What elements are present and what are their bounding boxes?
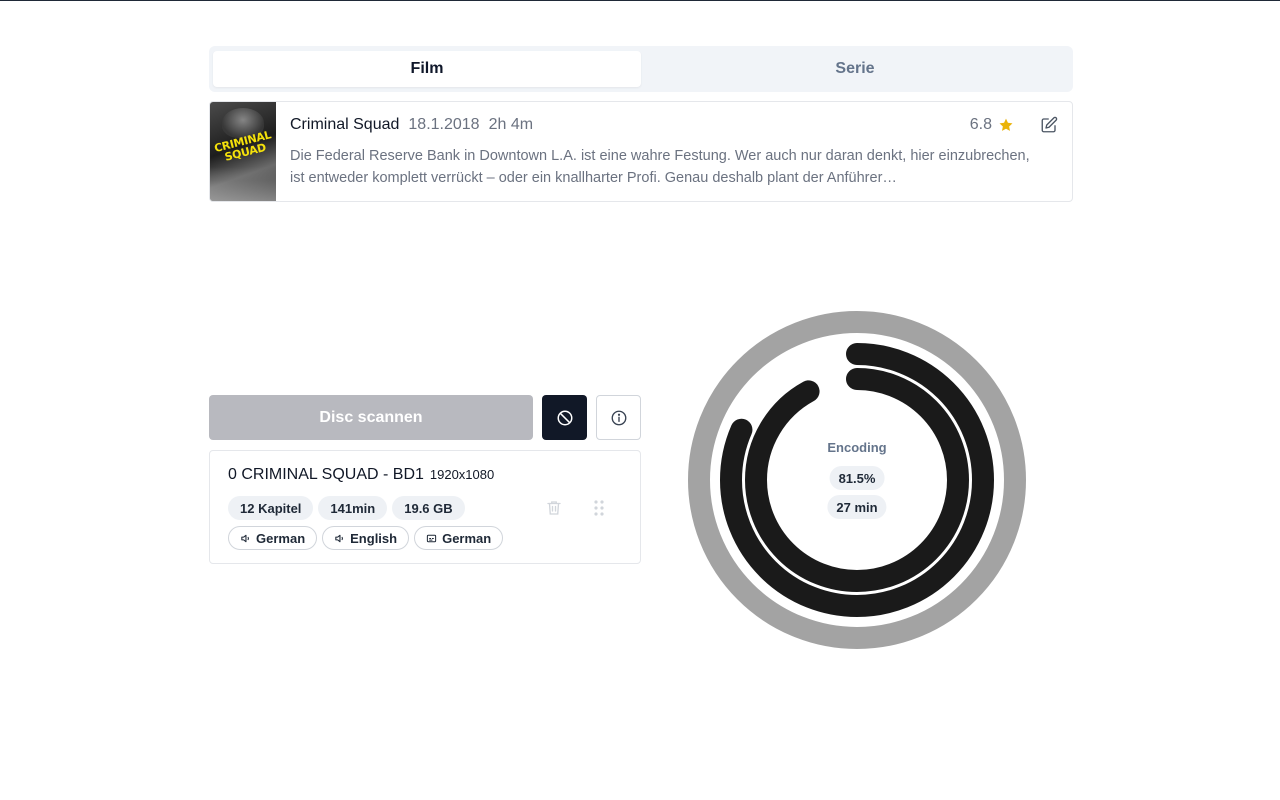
audio-track-label: English	[350, 530, 398, 546]
movie-runtime: 2h 4m	[488, 116, 534, 133]
ban-icon	[557, 410, 572, 425]
movie-rating: 6.8	[969, 116, 992, 133]
disc-title-name: 0 CRIMINAL SQUAD - BD1	[228, 466, 424, 483]
movie-card: CRIMINAL SQUAD Criminal Squad 18.1.2018 …	[209, 101, 1073, 202]
audio-track-chip[interactable]: German	[228, 526, 318, 550]
info-icon	[611, 410, 626, 425]
disc-title-tracks: German English German	[228, 526, 504, 550]
audio-track-chip[interactable]: English	[322, 526, 410, 550]
size-badge: 19.6 GB	[392, 496, 465, 520]
info-button[interactable]	[596, 395, 641, 440]
disc-scan-button[interactable]: Disc scannen	[209, 395, 533, 440]
trash-icon[interactable]	[545, 499, 563, 517]
media-type-tabs: Film Serie	[209, 46, 1073, 92]
movie-release-date: 18.1.2018	[408, 116, 480, 133]
movie-description: Die Federal Reserve Bank in Downtown L.A…	[290, 148, 1030, 186]
poster-title-art: CRIMINAL SQUAD	[212, 128, 273, 164]
disc-title-card[interactable]: 0 CRIMINAL SQUAD - BD1 1920x1080 12 Kapi…	[209, 450, 641, 564]
disc-title-header: 0 CRIMINAL SQUAD - BD1 1920x1080	[228, 466, 494, 484]
outer-ring-progress	[720, 343, 994, 617]
movie-title: Criminal Squad	[290, 116, 400, 133]
drag-handle-icon[interactable]	[592, 499, 606, 517]
movie-rating-area: 6.8	[970, 116, 1058, 134]
subtitle-track-chip[interactable]: German	[414, 526, 504, 550]
speaker-icon	[335, 534, 344, 542]
movie-header: Criminal Squad 18.1.2018 2h 4m	[290, 116, 1058, 138]
movie-info: Criminal Squad 18.1.2018 2h 4m 6.8 Die F…	[276, 102, 1072, 201]
poster-smoke	[210, 167, 276, 201]
subtitle-track-label: German	[442, 530, 492, 546]
duration-badge: 141min	[318, 496, 388, 520]
disc-title-resolution: 1920x1080	[429, 467, 495, 482]
cancel-button[interactable]	[542, 395, 587, 440]
pencil-square-icon[interactable]	[1040, 116, 1058, 134]
star-icon	[999, 118, 1013, 131]
audio-track-label: German	[256, 530, 306, 546]
chapters-badge: 12 Kapitel	[228, 496, 314, 520]
speaker-icon	[241, 534, 249, 542]
inner-ring-progress	[745, 368, 969, 592]
tab-film[interactable]: Film	[213, 51, 641, 87]
encoding-progress-rings	[688, 311, 1026, 649]
movie-poster: CRIMINAL SQUAD	[210, 102, 276, 201]
tab-serie[interactable]: Serie	[641, 51, 1069, 87]
subtitles-icon	[426, 534, 437, 542]
disc-title-stats: 12 Kapitel 141min 19.6 GB	[228, 496, 465, 520]
